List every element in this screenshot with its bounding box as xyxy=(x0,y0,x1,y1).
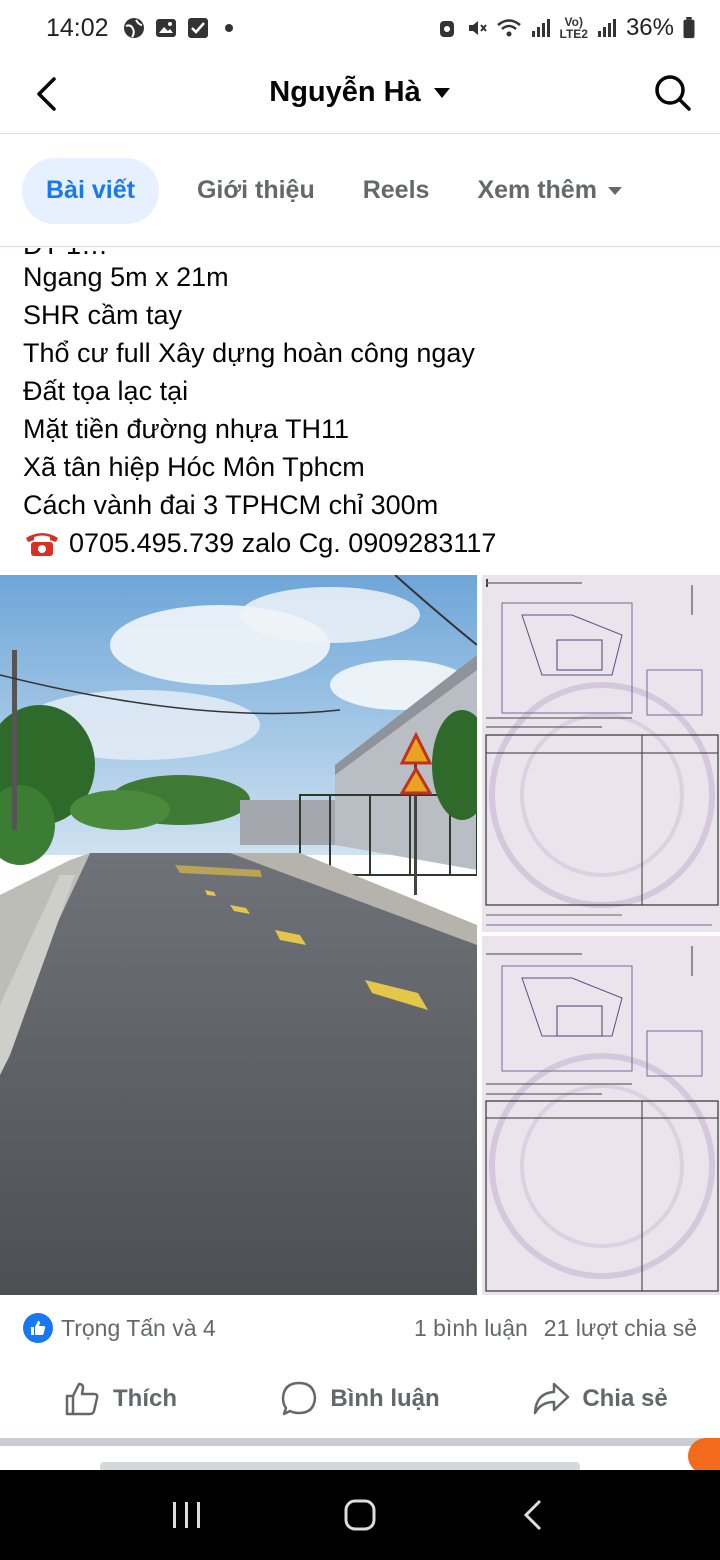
battery-percent: 36% xyxy=(625,14,674,41)
post-line: Cách vành đai 3 TPHCM chỉ 300m xyxy=(23,490,439,520)
land-document-image xyxy=(482,936,720,1295)
recent-apps-button[interactable] xyxy=(157,1485,217,1545)
checkbox-icon xyxy=(187,18,208,38)
battery-icon xyxy=(683,17,695,39)
reaction-names[interactable]: Trọng Tấn và 4 xyxy=(61,1315,216,1342)
status-bar: 14:02 Vo) LTE2 36% xyxy=(0,0,720,56)
post-text: DT 1… Ngang 5m x 21m SHR cầm tay Thổ cư … xyxy=(0,248,720,574)
comment-button[interactable]: Bình luận xyxy=(240,1362,480,1436)
home-icon xyxy=(344,1499,376,1531)
post-phone-line: 0705.495.739 zalo Cg. 0909283117 xyxy=(23,524,496,562)
system-back-button[interactable] xyxy=(503,1485,563,1545)
alarm-icon xyxy=(439,21,454,37)
back-chevron-icon xyxy=(524,1499,542,1531)
recent-apps-icon xyxy=(172,1502,200,1528)
tab-posts[interactable]: Bài viết xyxy=(22,157,159,224)
comment-label: Bình luận xyxy=(330,1385,440,1412)
profile-header: Nguyễn Hà xyxy=(0,56,720,134)
caret-down-icon xyxy=(433,87,450,98)
floating-chat-bubble[interactable] xyxy=(688,1438,720,1474)
telephone-icon xyxy=(26,533,58,556)
land-document-image xyxy=(482,575,720,932)
like-reaction-icon xyxy=(23,1313,53,1343)
tab-see-more-label: Xem thêm xyxy=(477,176,597,204)
comment-bubble-icon xyxy=(282,1381,317,1416)
notification-dot-icon xyxy=(224,24,233,32)
feed-divider xyxy=(0,1438,720,1446)
phone-numbers: 0705.495.739 zalo Cg. 0909283117 xyxy=(69,528,497,558)
page-title: Nguyễn Hà xyxy=(269,76,421,108)
like-label: Thích xyxy=(113,1385,177,1412)
tab-about[interactable]: Giới thiệu xyxy=(173,158,339,224)
status-time: 14:02 xyxy=(46,13,109,42)
land-document-photo-1[interactable] xyxy=(482,575,720,932)
gallery-icon xyxy=(155,19,176,37)
share-count[interactable]: 21 lượt chia sẻ xyxy=(544,1315,697,1342)
system-navigation-bar xyxy=(0,1470,720,1560)
road-photo-image xyxy=(0,575,477,1295)
post-line: Mặt tiền đường nhựa TH11 xyxy=(23,414,350,444)
share-button[interactable]: Chia sẻ xyxy=(480,1362,720,1436)
lte-label: Vo) LTE2 xyxy=(559,15,588,41)
tab-see-more[interactable]: Xem thêm xyxy=(453,158,646,224)
thumbs-up-icon xyxy=(65,1382,99,1416)
comment-count[interactable]: 1 bình luận xyxy=(414,1315,528,1342)
profile-name-dropdown[interactable]: Nguyễn Hà xyxy=(0,76,720,109)
share-label: Chia sẻ xyxy=(582,1385,668,1412)
tab-reels[interactable]: Reels xyxy=(339,158,454,224)
mute-icon xyxy=(468,21,487,35)
post-line: Ngang 5m x 21m xyxy=(23,262,229,292)
search-icon xyxy=(655,75,691,111)
globe-icon xyxy=(123,18,144,38)
post-line: SHR cầm tay xyxy=(23,300,183,330)
road-photo[interactable] xyxy=(0,575,477,1295)
search-button[interactable] xyxy=(652,72,694,114)
wifi-icon xyxy=(496,19,521,37)
post-actions: Thích Bình luận Chia sẻ xyxy=(0,1362,720,1436)
signal-icon xyxy=(531,19,550,37)
signal-2-icon xyxy=(597,19,616,37)
caret-down-icon xyxy=(607,186,622,195)
land-document-photo-2[interactable] xyxy=(482,936,720,1295)
post-line: Đất tọa lạc tại xyxy=(23,376,189,406)
post-photo-grid xyxy=(0,575,720,1295)
next-post-preview xyxy=(0,1446,720,1470)
profile-tabs: Bài viết Giới thiệu Reels Xem thêm xyxy=(0,135,720,247)
post-line: Xã tân hiệp Hóc Môn Tphcm xyxy=(23,452,365,482)
reaction-summary: Trọng Tấn và 4 1 bình luận 21 lượt chia … xyxy=(0,1296,720,1360)
home-button[interactable] xyxy=(330,1485,390,1545)
like-button[interactable]: Thích xyxy=(0,1362,240,1436)
share-arrow-icon xyxy=(534,1382,570,1415)
post-line: Thổ cư full Xây dựng hoàn công ngay xyxy=(23,338,475,368)
